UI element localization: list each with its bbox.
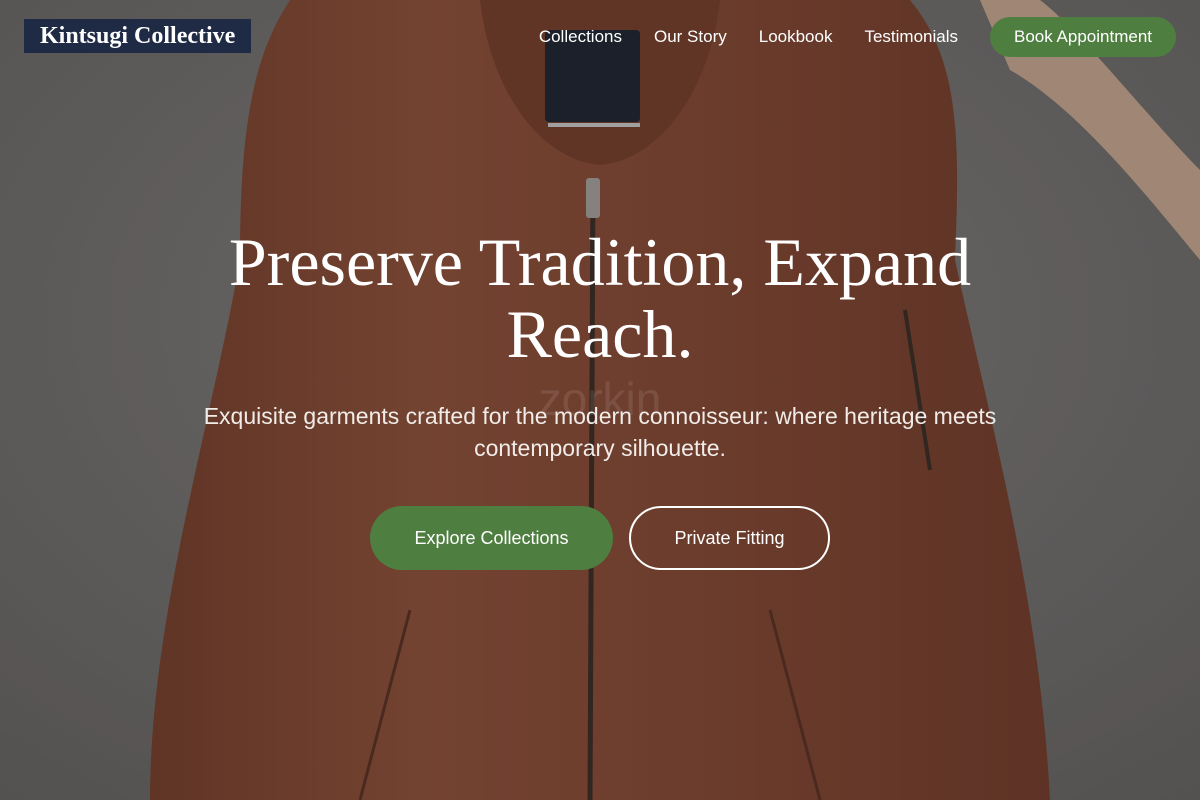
nav-link-testimonials[interactable]: Testimonials — [864, 27, 958, 47]
brand-logo[interactable]: Kintsugi Collective — [24, 19, 252, 53]
explore-collections-button[interactable]: Explore Collections — [370, 506, 613, 570]
hero-subtitle: Exquisite garments crafted for the moder… — [203, 403, 997, 461]
hero-title: Preserve Tradition, Expand Reach. — [228, 224, 972, 372]
main-nav: Collections Our Story Lookbook Testimoni… — [539, 17, 1176, 57]
nav-link-lookbook[interactable]: Lookbook — [759, 27, 833, 47]
hero-buttons: Explore Collections Private Fitting — [0, 506, 1200, 570]
hero-section: Preserve Tradition, Expand Reach. Exquis… — [0, 226, 1200, 570]
book-appointment-button[interactable]: Book Appointment — [990, 17, 1176, 57]
nav-link-our-story[interactable]: Our Story — [654, 27, 727, 47]
nav-link-collections[interactable]: Collections — [539, 27, 622, 47]
private-fitting-button[interactable]: Private Fitting — [629, 506, 830, 570]
